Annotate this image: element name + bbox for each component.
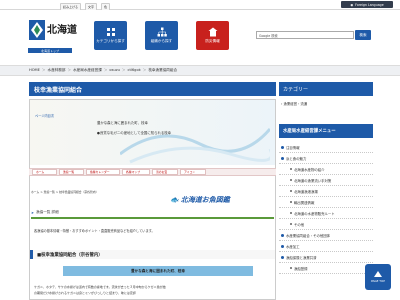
tab-icons[interactable]: アイコン xyxy=(180,169,206,175)
bullet-icon xyxy=(290,223,292,225)
disaster-info-label: 防災情報 xyxy=(205,39,220,43)
inner-breadcrumb: ホーム > 漁協一覧 > 枝幸漁業協同組合（宗谷管内） xyxy=(31,190,98,194)
inner-nav-tabs: ホーム 漁協一覧 魚種カレンダー 各種マップ 浜のお宝 アイコン xyxy=(32,169,206,175)
fish-small-icon: ➤ xyxy=(31,210,35,215)
tab-treasures[interactable]: 浜のお宝 xyxy=(152,169,178,175)
site-search-input[interactable]: Google 検索 xyxy=(256,31,354,39)
category-search-label: カテゴリから探す xyxy=(96,39,125,43)
sidebar-subitem[interactable]: 輸出関連情報 xyxy=(279,197,373,208)
breadcrumb: HOME ＞ 水産林務部＞ 水産局水産経営課＞ osuzu ＞ ctl6gok ＞ 枝… xyxy=(29,68,178,73)
bullet-icon xyxy=(281,145,284,149)
fish-icon: 🐟 xyxy=(170,196,179,204)
sidebar-item-cooperatives[interactable]: 水産業協同組合・その他団体 xyxy=(279,230,373,241)
sidebar-menu: 注目情報 浜と食の魅力 北海道水産物の紹介 北海道の漁業流い手対策 北海道漁港漁… xyxy=(279,142,373,274)
bullet-icon xyxy=(281,233,284,237)
section-label: ➤ 漁協一覧 詳細 xyxy=(31,210,59,215)
organization-search-button[interactable]: 組織から探す xyxy=(145,21,178,50)
foreign-language-button[interactable]: ◉ Foreign Language xyxy=(341,1,393,8)
sidebar-item-label: 北海道の水産物販売ルート xyxy=(294,211,335,216)
sidebar-item-label: 北海道水産物の紹介 xyxy=(294,167,325,172)
sidebar-subitem[interactable]: 北海道水産物の紹介 xyxy=(279,164,373,175)
sidebar-category-heading: カテゴリー xyxy=(279,82,373,96)
sidebar-item-processing[interactable]: 水産加工 xyxy=(279,241,373,252)
globe-icon: ◉ xyxy=(350,2,354,7)
inner-breadcrumb-list[interactable]: 漁協一覧 xyxy=(44,190,55,194)
sidebar-subitem[interactable]: その他 xyxy=(279,219,373,230)
breadcrumb-separator: > xyxy=(55,190,59,194)
tab-coop-list[interactable]: 漁協一覧 xyxy=(59,169,84,175)
site-logo-text[interactable]: 北海道 xyxy=(47,21,77,36)
section-divider xyxy=(31,217,274,219)
banner-line: ●良質な毛ガニの産地として全国に知られる枝幸 xyxy=(97,131,172,135)
tab-maps[interactable]: 各種マップ xyxy=(122,169,150,175)
breadcrumb-home[interactable]: HOME xyxy=(29,68,40,73)
sidebar-item-label: 水産加工 xyxy=(286,244,300,249)
sidebar-item-appeal[interactable]: 浜と食の魅力 xyxy=(279,153,373,164)
sidebar-subitem[interactable]: 北海道の漁業流い手対策 xyxy=(279,175,373,186)
section-label-text: 漁協一覧 詳細 xyxy=(36,210,59,214)
disaster-info-button[interactable]: 防災情報 xyxy=(196,21,229,50)
sidebar-item-label: 北海道漁港漁場 xyxy=(294,189,318,194)
sidebar-subitem[interactable]: 漁船登録 xyxy=(279,263,373,274)
fish-guide-logo[interactable]: 🐟 北海道お魚図鑑 xyxy=(170,195,230,205)
intro-text: 各漁協の基本情報・特徴・おすすめポイント・直直販売商品などを紹介しています。 xyxy=(34,229,155,233)
sidebar-subitem[interactable]: 北海道漁港漁場 xyxy=(279,186,373,197)
page-top-label: PAGE TOP xyxy=(371,279,385,283)
bullet-icon xyxy=(281,255,284,259)
search-button[interactable]: 検索 xyxy=(355,30,371,40)
coop-heading: ■枝幸漁業協同組合（宗谷管内） xyxy=(30,250,275,259)
tab-home[interactable]: ホーム xyxy=(32,169,57,175)
coop-description-line: の期間だけ水揚げされるケガニは身とミソがびっしりと詰まり、味には定評 xyxy=(34,291,136,295)
breadcrumb-item[interactable]: ctl6gok xyxy=(128,68,141,73)
fish-guide-logo-text: 北海道お魚図鑑 xyxy=(180,196,230,204)
bullet-icon xyxy=(281,156,284,160)
sidebar-item-label: 注目情報 xyxy=(286,145,300,150)
sidebar-item-label: 北海道の漁業流い手対策 xyxy=(294,178,332,183)
bullet-icon xyxy=(290,168,292,170)
hokkaido-logo-icon[interactable] xyxy=(29,20,45,40)
banner-line: 豊かな森と海に囲まれた町、枝幸 xyxy=(97,121,148,125)
page-top-button[interactable]: PAGE TOP xyxy=(365,264,391,290)
foreign-language-label: Foreign Language xyxy=(355,2,384,7)
bullet-icon xyxy=(290,267,292,269)
sidebar-item-label: その他 xyxy=(294,222,305,227)
bullet-icon xyxy=(281,244,284,248)
breadcrumb-separator: > xyxy=(40,190,43,194)
sidebar-item-label: 漁船登録 xyxy=(294,266,308,271)
sidebar-item-label: 輸出関連情報 xyxy=(294,200,315,205)
sidebar-category-label: 漁業経営・流通 xyxy=(283,102,308,106)
sidebar-item-notice[interactable]: 注目情報 xyxy=(279,142,373,153)
disaster-icon xyxy=(208,27,217,37)
sidebar-item-label: 浜と食の魅力 xyxy=(286,156,307,161)
sidebar-menu-heading: 水産局水産経営課メニュー xyxy=(279,124,373,138)
organization-icon xyxy=(157,27,167,37)
breadcrumb-current: 枝幸漁業協同組合 xyxy=(148,68,178,72)
hokkaido-top-link[interactable]: 北海道トップ xyxy=(28,48,72,53)
tab-fish-calendar[interactable]: 魚種カレンダー xyxy=(86,169,120,175)
inner-breadcrumb-home[interactable]: ホーム xyxy=(31,190,39,194)
inner-breadcrumb-current: 枝幸漁業協同組合（宗谷管内） xyxy=(59,190,99,194)
category-icon xyxy=(106,28,115,36)
banner-text: 豊かな森と海に囲まれた町、枝幸 ●良質な毛ガニの産地として全国に知られる枝幸 xyxy=(97,118,171,138)
page-contents-link[interactable]: ページ内目次 xyxy=(35,113,54,118)
bullet-icon xyxy=(290,179,292,181)
category-search-button[interactable]: カテゴリから探す xyxy=(94,21,127,50)
breadcrumb-item[interactable]: 水産局水産経営課 xyxy=(73,68,102,73)
sidebar-category-item[interactable]: › 漁業経営・流通 xyxy=(281,101,307,106)
bullet-icon xyxy=(290,190,292,192)
page-title: 枝幸漁業協同組合 xyxy=(29,82,276,96)
sidebar-subitem[interactable]: 北海道の水産物販売ルート xyxy=(279,208,373,219)
sidebar-item-insurance[interactable]: 漁船保険と漁業共済 xyxy=(279,252,373,263)
sidebar-item-label: 漁船保険と漁業共済 xyxy=(286,255,317,260)
breadcrumb-item[interactable]: 水産林務部 xyxy=(48,68,66,73)
arrow-up-icon xyxy=(374,271,382,277)
breadcrumb-item[interactable]: osuzu xyxy=(109,68,120,73)
sidebar-item-label: 水産業協同組合・その他団体 xyxy=(286,233,331,238)
coop-subheading: 豊かな森と海に囲まれた町、枝幸 xyxy=(63,266,253,276)
bullet-icon xyxy=(290,201,292,203)
organization-search-label: 組織から探す xyxy=(150,39,173,43)
bullet-icon xyxy=(290,212,292,214)
coop-description: ケガニ、ホタテ、サケの水揚げは道内で有数の産地です。流氷が去った３月中旬からケガ… xyxy=(34,284,274,296)
